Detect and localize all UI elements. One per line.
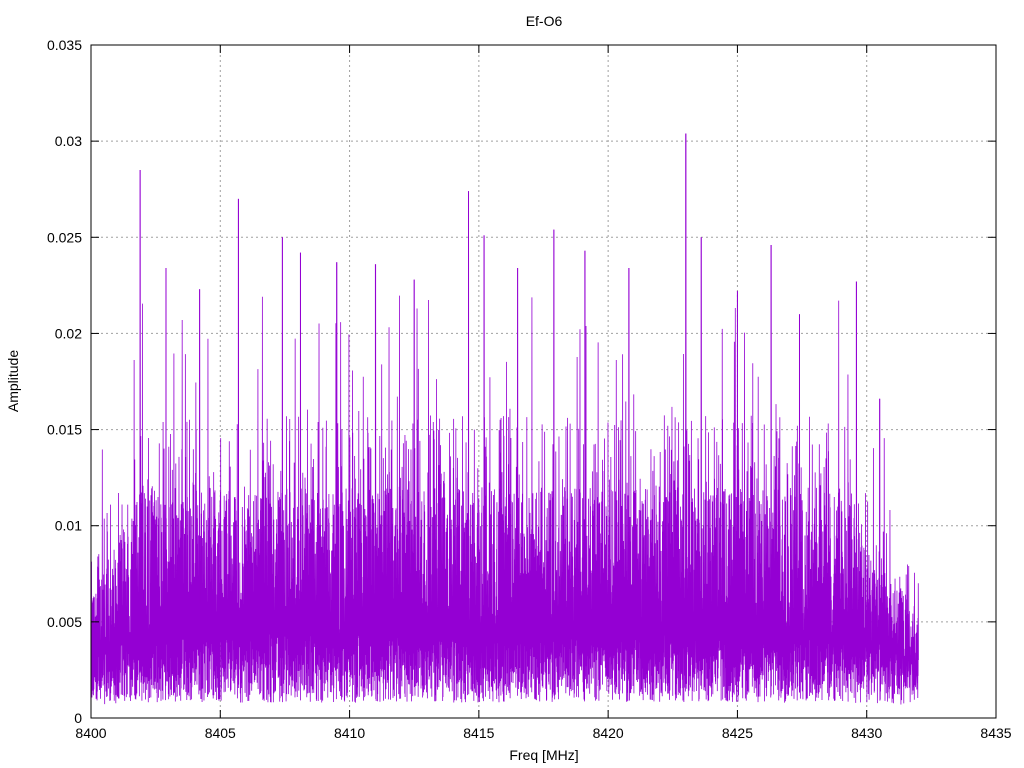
chart-title: Ef-O6 — [526, 13, 563, 29]
y-tick-label: 0 — [74, 710, 82, 726]
y-tick-label: 0.02 — [55, 325, 82, 341]
x-tick-label: 8435 — [980, 725, 1011, 741]
y-tick-label: 0.005 — [47, 614, 82, 630]
x-axis-title: Freq [MHz] — [509, 747, 578, 763]
data-series — [90, 133, 919, 705]
x-tick-label: 8425 — [722, 725, 753, 741]
x-tick-label: 8405 — [205, 725, 236, 741]
spectrum-trace — [90, 133, 919, 705]
x-tick-label: 8430 — [851, 725, 882, 741]
y-tick-label: 0.025 — [47, 229, 82, 245]
y-tick-label: 0.035 — [47, 37, 82, 53]
x-tick-label: 8400 — [75, 725, 106, 741]
x-tick-label: 8410 — [334, 725, 365, 741]
x-tick-label: 8420 — [593, 725, 624, 741]
spectrum-chart: Ef-O6 Amplitude Freq [MHz] 8400 8405 8410 8… — [5, 13, 1012, 763]
y-tick-label: 0.015 — [47, 422, 82, 438]
x-tick-label: 8415 — [463, 725, 494, 741]
y-axis-title: Amplitude — [5, 350, 21, 412]
y-tick-label: 0.03 — [55, 133, 82, 149]
y-tick-label: 0.01 — [55, 518, 82, 534]
